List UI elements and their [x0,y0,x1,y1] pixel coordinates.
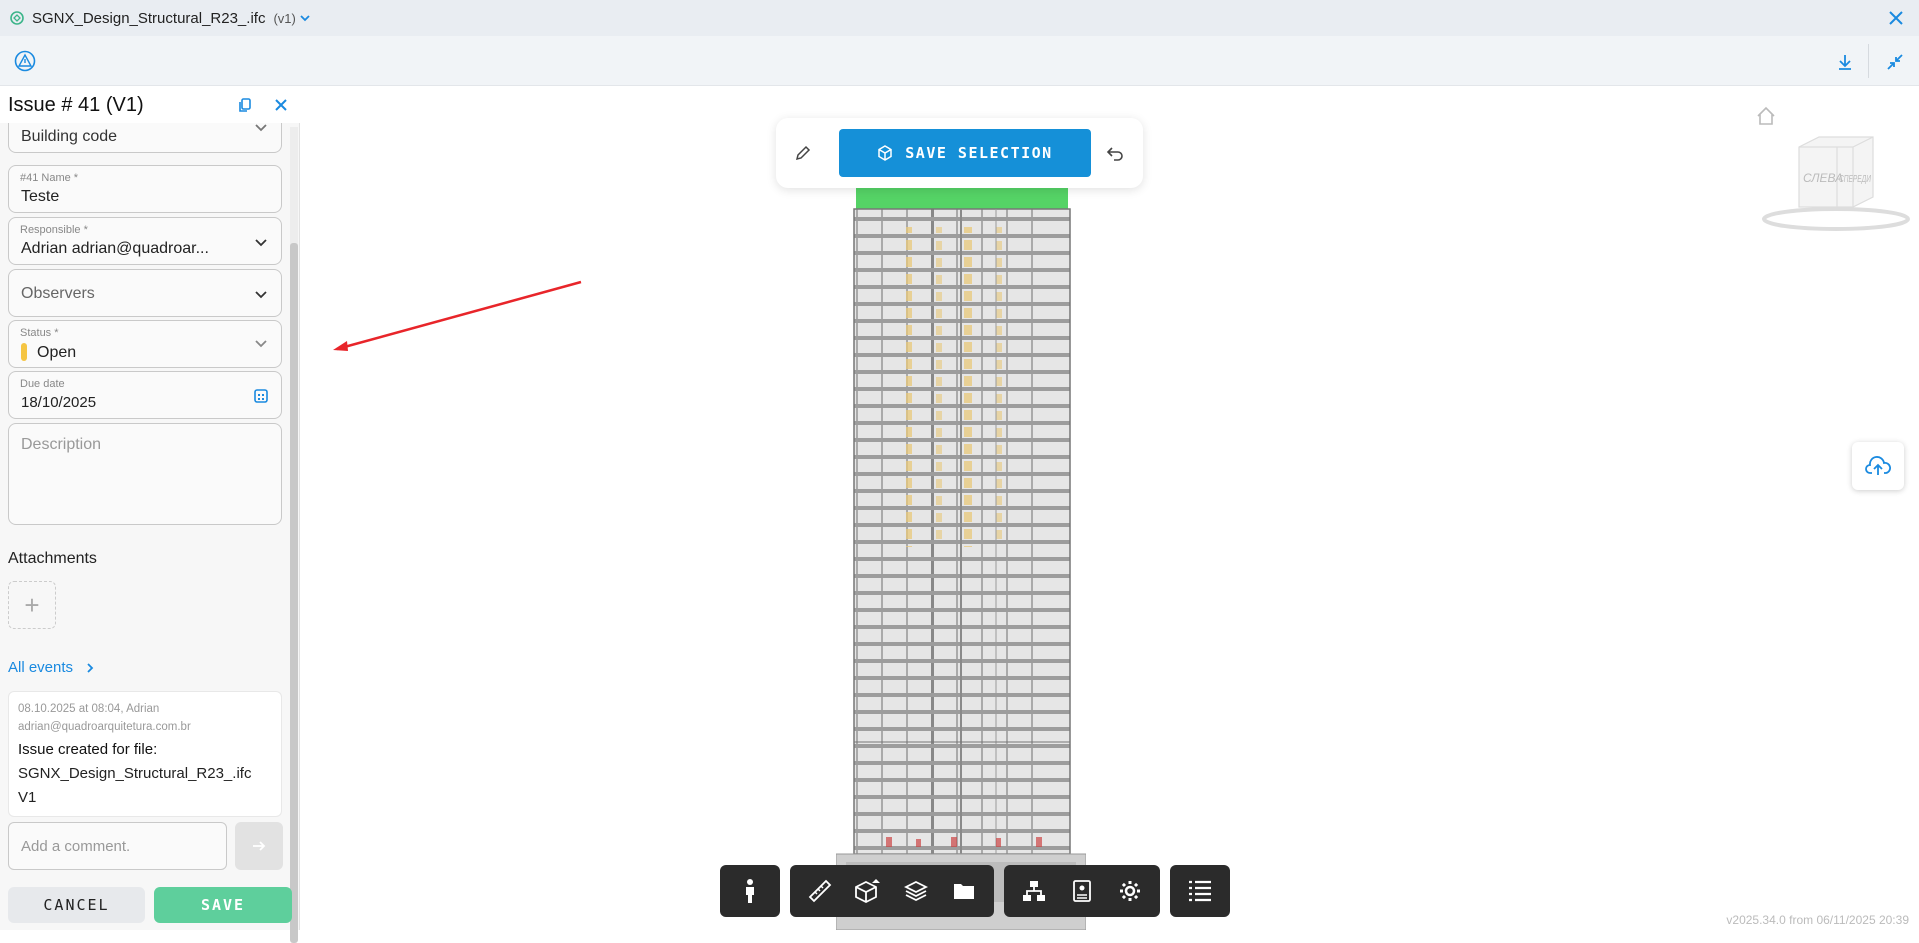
undo-icon[interactable] [1106,144,1124,162]
comment-input[interactable] [9,823,226,869]
cancel-button[interactable]: CANCEL [8,887,145,923]
attachments-label: Attachments [8,550,97,567]
event-meta-date: 08.10.2025 at 08:04, Adrian [18,703,160,715]
status-label: Status * [20,327,59,339]
name-value: Teste [21,188,60,205]
list-icon [1189,880,1211,902]
due-date-value: 18/10/2025 [21,394,97,411]
warning-icon[interactable] [14,50,36,72]
plus-icon: + [24,589,40,620]
ruler-icon [808,879,832,903]
description-field[interactable]: Description [8,423,282,525]
model-file-icon [10,11,24,25]
list-button[interactable] [1181,872,1219,910]
status-color-indicator [21,343,27,361]
save-button[interactable]: SAVE [154,887,292,923]
observers-select[interactable]: Observers [8,269,282,317]
model-tree-button[interactable] [1015,872,1053,910]
view-cube[interactable]: СЛЕВА СПЕРЕДИ [1761,127,1911,237]
event-card: 08.10.2025 at 08:04, Adrian adrian@quadr… [8,691,282,817]
panel-scrollbar[interactable] [290,127,298,943]
toolbar [0,36,1919,86]
toolbar-group-tools [790,865,994,917]
cloud-upload-icon [1865,456,1891,475]
all-events-label: All events [8,659,74,676]
toolbar-divider [1868,44,1869,78]
copy-icon[interactable] [237,97,253,113]
building-code-value: Building code [21,128,118,145]
toolbar-group-list [1170,865,1230,917]
responsible-value: Adrian adrian@quadroar... [21,240,209,257]
calendar-icon[interactable] [253,388,269,404]
walk-mode-button[interactable] [731,872,769,910]
properties-icon [1073,880,1091,902]
layers-button[interactable] [897,872,935,910]
event-file-name: SGNX_Design_Structural_R23_.ifc [18,765,252,782]
event-meta-email: adrian@quadroarquitetura.com.br [18,721,191,733]
close-panel-icon[interactable] [273,97,289,113]
name-field[interactable]: #41 Name * Teste [8,165,282,213]
section-box-icon [855,879,880,904]
description-placeholder: Description [21,436,102,453]
send-comment-button[interactable] [235,822,283,870]
observers-placeholder: Observers [21,285,95,302]
toolbar-group-model [1004,865,1160,917]
selection-toolbar: SAVE SELECTION [776,118,1143,188]
panel-header: Issue # 41 (V1) [0,87,300,123]
status-value: Open [37,344,77,361]
measure-button[interactable] [801,872,839,910]
files-button[interactable] [945,872,983,910]
arrow-right-icon [253,841,266,851]
chevron-right-icon [87,662,94,673]
responsible-label: Responsible * [20,224,88,236]
event-title: Issue created for file: [18,741,158,758]
section-box-button[interactable] [849,872,887,910]
due-date-field[interactable]: Due date 18/10/2025 [8,371,282,419]
chevron-down-icon[interactable] [299,12,311,24]
tree-icon [1023,881,1045,901]
comment-field[interactable] [8,822,227,870]
bottom-toolbar [720,865,1230,917]
pencil-icon[interactable] [794,144,812,162]
issue-title: Issue # 41 (V1) [8,94,144,116]
responsible-select[interactable]: Responsible * Adrian adrian@quadroar... [8,217,282,265]
save-selection-label: SAVE SELECTION [905,144,1053,162]
all-events-link[interactable]: All events [8,659,95,676]
chevron-down-icon [255,239,267,247]
download-icon[interactable] [1835,52,1855,72]
scrollbar-thumb[interactable] [290,243,298,943]
file-name: SGNX_Design_Structural_R23_.ifc [32,9,266,27]
issue-panel: Issue # 41 (V1) Building code #41 Name *… [0,87,300,943]
chevron-down-icon [255,291,267,299]
event-file-version: V1 [18,789,37,806]
toolbar-group-person [720,865,780,917]
annotation-arrow [333,280,582,351]
settings-button[interactable] [1111,872,1149,910]
add-attachment-button[interactable]: + [8,581,56,629]
cloud-upload-button[interactable] [1852,442,1904,490]
title-bar: SGNX_Design_Structural_R23_.ifc (v1) [0,0,1919,36]
model-viewport[interactable]: SAVE SELECTION СЛЕВА СПЕРЕДИ v2025.34.0 … [301,87,1919,930]
settings-icon [1120,881,1140,901]
home-icon[interactable] [1755,105,1777,127]
name-label: #41 Name * [20,172,79,184]
folder-icon [954,884,974,899]
collapse-icon[interactable] [1885,52,1905,72]
due-date-label: Due date [20,378,65,390]
cube-icon [878,145,893,161]
building-model[interactable] [836,187,1086,930]
chevron-down-icon [255,124,267,132]
layers-icon [904,880,928,902]
close-icon[interactable] [1887,9,1905,27]
file-version[interactable]: (v1) [273,11,295,26]
cube-left-label: СЛЕВА [1803,171,1843,185]
person-icon [746,879,754,903]
status-select[interactable]: Status * Open [8,320,282,368]
building-code-select[interactable]: Building code [8,123,282,153]
properties-button[interactable] [1063,872,1101,910]
chevron-down-icon [255,340,267,348]
version-text: v2025.34.0 from 06/11/2025 20:39 [1726,913,1909,927]
cube-front-label: СПЕРЕДИ [1839,174,1872,185]
save-selection-button[interactable]: SAVE SELECTION [839,129,1091,177]
